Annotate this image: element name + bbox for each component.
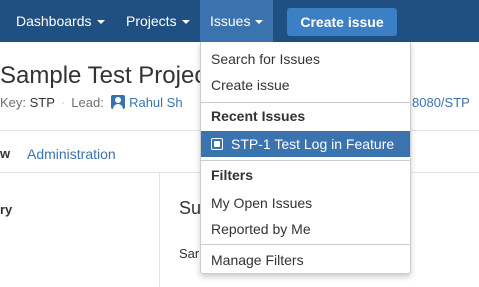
menu-item-manage-filters[interactable]: Manage Filters (201, 247, 410, 273)
project-title: Sample Test Project (0, 62, 213, 89)
project-key: STP (29, 95, 55, 110)
nav-dashboards-label: Dashboards (16, 13, 92, 29)
top-navigation-bar: Dashboards Projects Issues Create issue (0, 0, 479, 42)
recent-issue-label: STP-1 Test Log in Feature (231, 136, 395, 152)
nav-issues[interactable]: Issues (200, 0, 273, 42)
menu-heading-filters: Filters (211, 167, 254, 183)
menu-separator (201, 244, 410, 245)
menu-item-search-for-issues[interactable]: Search for Issues (201, 46, 410, 72)
chevron-down-icon (96, 20, 105, 25)
issue-type-icon (211, 138, 223, 150)
menu-separator (201, 160, 410, 161)
user-avatar-icon (111, 95, 126, 109)
menu-item-my-open-issues[interactable]: My Open Issues (201, 190, 410, 216)
menu-heading-recent-issues: Recent Issues (211, 108, 306, 124)
summary-heading: Su (179, 198, 202, 218)
key-label: Key: (0, 95, 27, 110)
menu-item-recent-issue[interactable]: STP-1 Test Log in Feature (201, 131, 410, 157)
chevron-down-icon (255, 20, 264, 25)
project-meta: Key: STP · Lead: Rahul Sh (0, 95, 183, 110)
create-issue-button[interactable]: Create issue (287, 8, 397, 36)
lead-label: Lead: (71, 95, 104, 110)
nav-projects[interactable]: Projects (126, 0, 190, 42)
tab-overview[interactable]: w (0, 146, 10, 161)
nav-issues-label: Issues (210, 13, 251, 29)
left-column-heading: ry (0, 202, 13, 217)
column-divider (159, 173, 160, 287)
issues-dropdown-menu: Search for Issues Create issue Recent Is… (200, 42, 411, 274)
menu-item-reported-by-me[interactable]: Reported by Me (201, 216, 410, 242)
tab-administration[interactable]: Administration (27, 146, 116, 162)
chevron-down-icon (181, 20, 190, 25)
meta-separator: · (60, 95, 66, 110)
menu-item-create-issue[interactable]: Create issue (201, 72, 410, 98)
nav-dashboards[interactable]: Dashboards (16, 0, 105, 42)
nav-projects-label: Projects (126, 13, 177, 29)
project-url-link[interactable]: 8080/STP (412, 95, 470, 110)
project-lead-link[interactable]: Rahul Sh (129, 95, 182, 110)
summary-text: Sar (179, 246, 200, 261)
